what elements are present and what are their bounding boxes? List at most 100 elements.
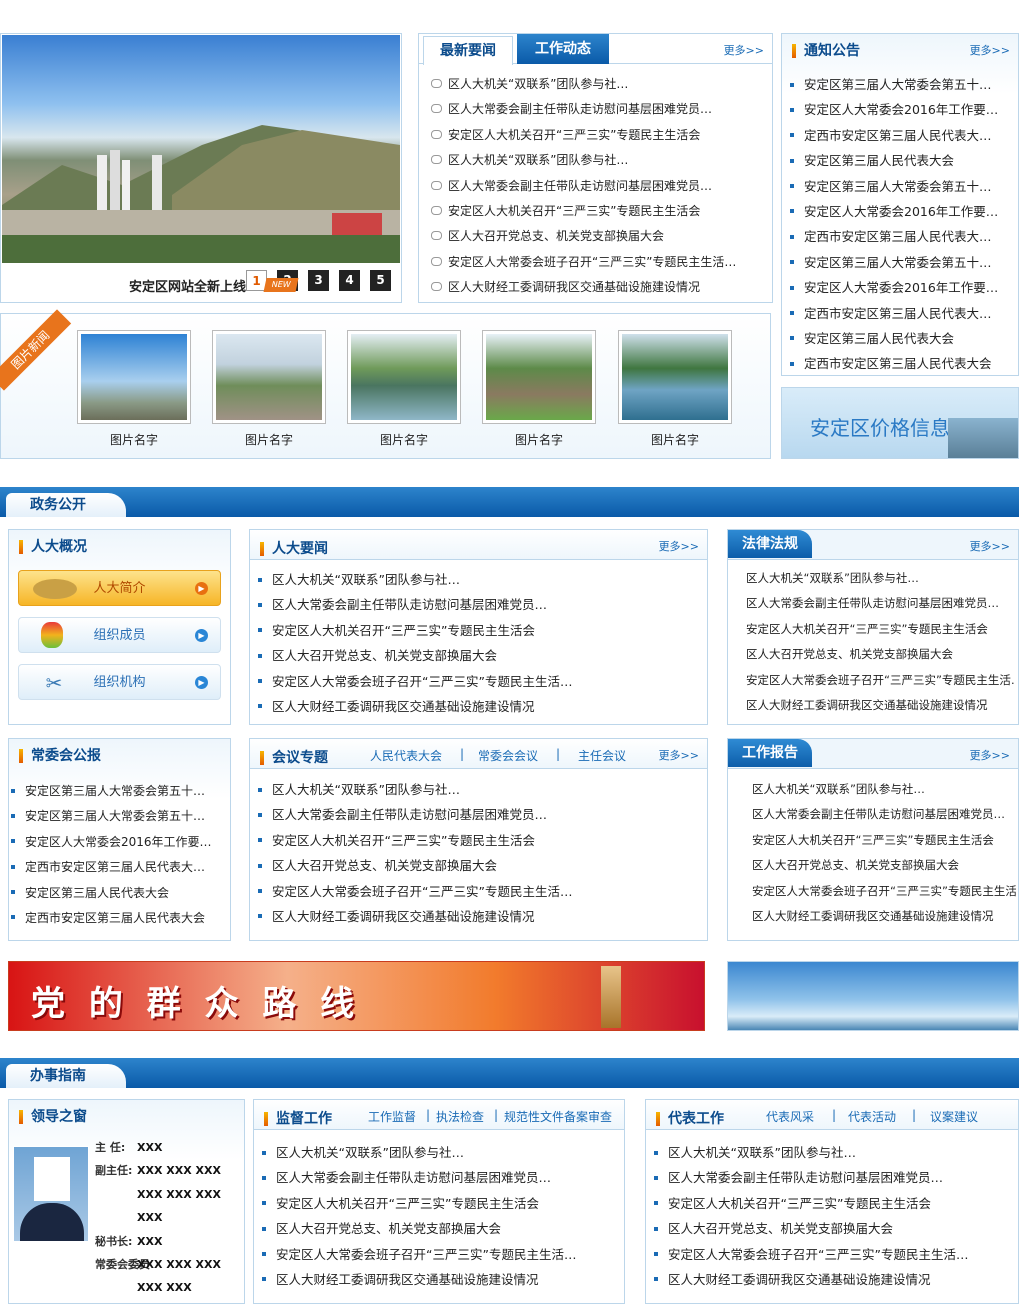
slider-page-3[interactable]: 3 [308, 270, 329, 291]
notice-more-link[interactable]: 更多>> [970, 42, 1010, 58]
list-item[interactable]: 安定区人大机关召开“三严三实”专题民主生活会 [250, 618, 706, 643]
list-item[interactable]: 安定区人大常委会班子召开“三严三实”专题民主生活… [250, 669, 706, 694]
list-item[interactable]: 安定区人大常委会班子召开“三严三实”专题民主生活… [752, 879, 1016, 904]
list-item[interactable]: 安定区人大机关召开“三严三实”专题民主生活会 [419, 199, 769, 224]
list-item[interactable]: 定西市安定区第三届人民代表大… [782, 123, 1018, 148]
leader-names[interactable]: XXX XXX XXX [137, 1164, 221, 1177]
list-item[interactable]: 定西市安定区第三届人民代表大… [3, 855, 229, 880]
list-item[interactable]: 区人大机关“双联系”团队参与社… [419, 72, 769, 97]
law-more-link[interactable]: 更多>> [970, 538, 1010, 554]
photo-slider[interactable]: 1 2 3 4 5 安定区网站全新上线 NEW [0, 33, 402, 303]
list-item[interactable]: 定西市安定区第三届人民代表大… [782, 301, 1018, 326]
list-item[interactable]: 区人大常委会副主任带队走访慰问基层困难党员… [646, 1165, 1016, 1190]
list-item[interactable]: 安定区第三届人大常委会第五十… [782, 250, 1018, 275]
list-item[interactable]: 安定区第三届人大常委会第五十… [3, 804, 229, 829]
list-item[interactable]: 区人大常委会副主任带队走访慰问基层困难党员… [419, 174, 769, 199]
list-item[interactable]: 区人大财经工委调研我区交通基础设施建设情况 [254, 1267, 624, 1292]
price-info-banner[interactable]: 安定区价格信息网 [781, 387, 1019, 459]
list-item[interactable]: 安定区人大机关召开“三严三实”专题民主生活会 [746, 617, 1016, 642]
photo-thumb-1[interactable] [77, 330, 191, 424]
list-item[interactable]: 区人大机关“双联系”团队参与社… [254, 1140, 624, 1165]
tab-work-news[interactable]: 工作动态 [517, 34, 609, 64]
list-item[interactable]: 安定区人大机关召开“三严三实”专题民主生活会 [254, 1191, 624, 1216]
slider-page-4[interactable]: 4 [339, 270, 360, 291]
meeting-tab-congress[interactable]: 人民代表大会 [370, 747, 442, 764]
list-item[interactable]: 定西市安定区第三届人民代表大… [782, 224, 1018, 249]
list-item[interactable]: 安定区人大常委会班子召开“三严三实”专题民主生活… [746, 668, 1016, 693]
list-item[interactable]: 区人大机关“双联系”团队参与社… [250, 567, 706, 592]
photo-thumb-2[interactable] [212, 330, 326, 424]
list-item[interactable]: 安定区人大常委会2016年工作要… [3, 830, 229, 855]
deputy-tab-activity[interactable]: 代表活动 [848, 1108, 896, 1125]
list-item[interactable]: 区人大财经工委调研我区交通基础设施建设情况 [250, 694, 706, 719]
list-item[interactable]: 安定区第三届人大常委会第五十… [3, 779, 229, 804]
list-item[interactable]: 安定区人大机关召开“三严三实”专题民主生活会 [752, 828, 1016, 853]
list-item[interactable]: 区人大常委会副主任带队走访慰问基层困难党员… [419, 97, 769, 122]
deputy-tab-proposal[interactable]: 议案建议 [930, 1108, 978, 1125]
list-item[interactable]: 安定区人大机关召开“三严三实”专题民主生活会 [419, 123, 769, 148]
deputy-tab-profile[interactable]: 代表风采 [766, 1108, 814, 1125]
list-item[interactable]: 安定区第三届人大常委会第五十… [782, 174, 1018, 199]
list-item[interactable]: 安定区人大常委会2016年工作要… [782, 199, 1018, 224]
list-item[interactable]: 区人大召开党总支、机关党支部换届大会 [250, 853, 706, 878]
leader-names[interactable]: XXX XXX XXX [137, 1258, 221, 1271]
list-item[interactable]: 安定区第三届人民代表大会 [3, 881, 229, 906]
photo-caption[interactable]: 图片名字 [347, 431, 461, 448]
leader-names[interactable]: XXX [137, 1235, 162, 1248]
party-mass-line-banner[interactable]: 党 的 群 众 路 线 [8, 961, 705, 1031]
list-item[interactable]: 安定区第三届人民代表大会 [782, 326, 1018, 351]
list-item[interactable]: 区人大召开党总支、机关党支部换届大会 [254, 1216, 624, 1241]
list-item[interactable]: 区人大常委会副主任带队走访慰问基层困难党员… [254, 1165, 624, 1190]
leader-names[interactable]: XXX [137, 1141, 162, 1154]
list-item[interactable]: 安定区人大常委会班子召开“三严三实”专题民主生活… [646, 1242, 1016, 1267]
list-item[interactable]: 区人大召开党总支、机关党支部换届大会 [419, 224, 769, 249]
meeting-tab-standing[interactable]: 常委会会议 [478, 747, 538, 764]
list-item[interactable]: 安定区第三届人大常委会第五十… [782, 72, 1018, 97]
list-item[interactable]: 安定区人大常委会2016年工作要… [782, 97, 1018, 122]
list-item[interactable]: 区人大召开党总支、机关党支部换届大会 [746, 642, 1016, 667]
supervise-tab-filing[interactable]: 规范性文件备案审查 [504, 1108, 612, 1125]
slider-page-5[interactable]: 5 [370, 270, 391, 291]
sky-banner[interactable] [727, 961, 1019, 1031]
meeting-tab-director[interactable]: 主任会议 [578, 747, 626, 764]
photo-thumb-5[interactable] [618, 330, 732, 424]
photo-thumb-4[interactable] [482, 330, 596, 424]
list-item[interactable]: 安定区人大机关召开“三严三实”专题民主生活会 [646, 1191, 1016, 1216]
list-item[interactable]: 安定区人大常委会班子召开“三严三实”专题民主生活… [254, 1242, 624, 1267]
list-item[interactable]: 定西市安定区第三届人民代表大会 [3, 906, 229, 931]
supervise-tab-law-check[interactable]: 执法检查 [436, 1108, 484, 1125]
members-button[interactable]: 组织成员 ▶ [18, 617, 221, 653]
list-item[interactable]: 安定区第三届人民代表大会 [782, 148, 1018, 173]
slider-caption[interactable]: 安定区网站全新上线 [129, 276, 246, 295]
photo-caption[interactable]: 图片名字 [212, 431, 326, 448]
photo-caption[interactable]: 图片名字 [618, 431, 732, 448]
leader-names[interactable]: XXX [137, 1211, 162, 1224]
list-item[interactable]: 区人大财经工委调研我区交通基础设施建设情况 [746, 693, 1016, 718]
news-more-link[interactable]: 更多>> [724, 42, 764, 58]
organization-button[interactable]: ✂ 组织机构 ▶ [18, 664, 221, 700]
meeting-more-link[interactable]: 更多>> [659, 747, 699, 763]
list-item[interactable]: 区人大财经工委调研我区交通基础设施建设情况 [250, 904, 706, 929]
npc-news-more-link[interactable]: 更多>> [659, 538, 699, 554]
list-item[interactable]: 区人大常委会副主任带队走访慰问基层困难党员… [250, 802, 706, 827]
list-item[interactable]: 区人大财经工委调研我区交通基础设施建设情况 [419, 275, 769, 300]
list-item[interactable]: 区人大常委会副主任带队走访慰问基层困难党员… [746, 591, 1016, 616]
list-item[interactable]: 安定区人大常委会班子召开“三严三实”专题民主生活… [419, 250, 769, 275]
tab-latest-news[interactable]: 最新要闻 [423, 36, 513, 65]
list-item[interactable]: 区人大召开党总支、机关党支部换届大会 [752, 853, 1016, 878]
list-item[interactable]: 区人大机关“双联系”团队参与社… [752, 777, 1016, 802]
list-item[interactable]: 安定区人大机关召开“三严三实”专题民主生活会 [250, 828, 706, 853]
intro-button[interactable]: 人大简介 ▶ [18, 570, 221, 606]
photo-thumb-3[interactable] [347, 330, 461, 424]
leader-names[interactable]: XXX XXX [137, 1281, 192, 1294]
list-item[interactable]: 区人大机关“双联系”团队参与社… [746, 566, 1016, 591]
list-item[interactable]: 安定区人大常委会2016年工作要… [782, 275, 1018, 300]
supervise-tab-work[interactable]: 工作监督 [368, 1108, 416, 1125]
report-more-link[interactable]: 更多>> [970, 747, 1010, 763]
list-item[interactable]: 区人大机关“双联系”团队参与社… [419, 148, 769, 173]
leader-names[interactable]: XXX XXX XXX [137, 1188, 221, 1201]
list-item[interactable]: 区人大机关“双联系”团队参与社… [646, 1140, 1016, 1165]
list-item[interactable]: 安定区人大常委会班子召开“三严三实”专题民主生活… [250, 879, 706, 904]
list-item[interactable]: 定西市安定区第三届人民代表大会 [782, 351, 1018, 376]
list-item[interactable]: 区人大常委会副主任带队走访慰问基层困难党员… [250, 592, 706, 617]
